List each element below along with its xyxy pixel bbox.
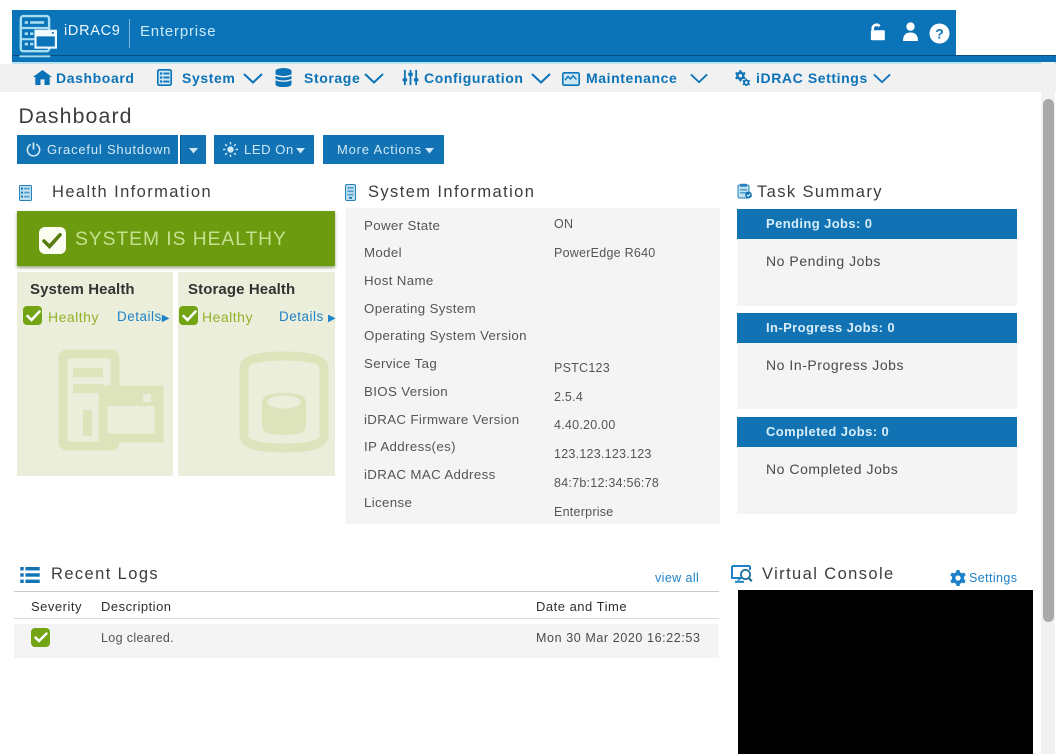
svg-text:?: ? (935, 26, 944, 42)
